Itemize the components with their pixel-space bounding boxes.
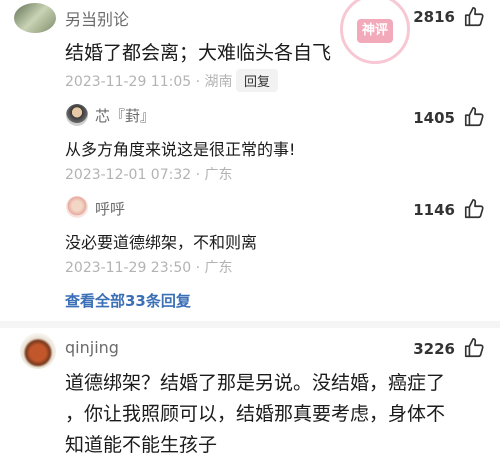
like-count: 1146 (413, 201, 455, 219)
comment-username[interactable]: 另当别论 (65, 6, 129, 30)
reply-date: 2023-11-29 23:50 (65, 260, 192, 276)
reply-button[interactable]: 回复 (236, 69, 279, 92)
thumbs-up-icon[interactable] (463, 337, 485, 359)
avatar[interactable] (66, 104, 88, 126)
reply-location: 广东 (204, 260, 233, 276)
comment-location: 湖南 (204, 74, 233, 90)
avatar[interactable] (14, 3, 56, 33)
featured-stamp-label: 神评 (357, 19, 393, 43)
thumbs-up-icon[interactable] (463, 6, 485, 28)
comment-text-line: 知道能不能生孩子 (65, 434, 218, 456)
reply-meta: 2023-11-29 23:50 · 广东 (65, 260, 233, 276)
thumbs-up-icon[interactable] (463, 198, 485, 220)
reply-location: 广东 (204, 167, 233, 183)
comment-text-line: 道德绑架？结婚了那是另说。没结婚，癌症了 (65, 372, 446, 394)
reply-date: 2023-12-01 07:32 (65, 167, 192, 183)
comment-text: 结婚了都会离；大难临头各自飞 (65, 42, 332, 64)
comment-meta: 2023-11-29 11:05 · 湖南 (65, 74, 233, 90)
comment-text-line: ，你让我照顾可以，结婚那真要考虑，身体不 (65, 403, 446, 425)
view-all-replies-link[interactable]: 查看全部33条回复 (65, 290, 191, 311)
like-count: 3226 (413, 340, 455, 358)
comment-divider (0, 321, 500, 328)
like-count: 2816 (413, 8, 455, 26)
thumbs-up-icon[interactable] (463, 106, 485, 128)
comment-username[interactable]: qinjing (65, 338, 119, 357)
avatar[interactable] (20, 333, 56, 369)
reply-meta: 2023-12-01 07:32 · 广东 (65, 167, 233, 183)
avatar[interactable] (66, 196, 88, 218)
comment-date: 2023-11-29 11:05 (65, 74, 192, 90)
like-count: 1405 (413, 109, 455, 127)
reply-username[interactable]: 芯『葑』 (95, 105, 155, 126)
reply-text: 从多方角度来说这是很正常的事! (65, 140, 296, 159)
reply-text: 没必要道德绑架，不和则离 (65, 233, 258, 252)
reply-username[interactable]: 呼呼 (95, 198, 125, 219)
